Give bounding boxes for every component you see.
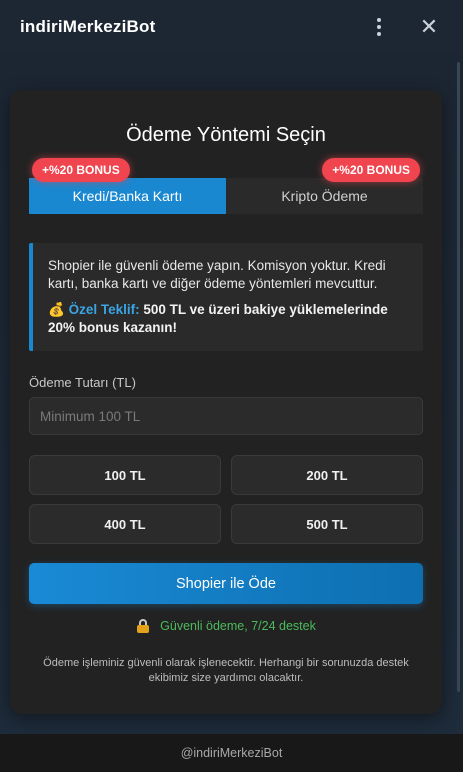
- offer-text-2: bonus kazanın!: [75, 320, 178, 335]
- bot-handle: @indiriMerkeziBot: [180, 746, 283, 760]
- scrollbar[interactable]: [457, 62, 460, 692]
- bonus-badge-crypto: +%20 BONUS: [322, 158, 420, 182]
- bonus-badge-card: +%20 BONUS: [32, 158, 130, 182]
- offer-label: Özel Teklif:: [68, 302, 140, 317]
- payment-method-tabs: Kredi/Banka Kartı Kripto Ödeme: [29, 178, 423, 214]
- special-offer: 💰 Özel Teklif: 500 TL ve üzeri bakiye yü…: [48, 301, 409, 337]
- money-bag-icon: 💰: [48, 302, 65, 317]
- quick-amount-100[interactable]: 100 TL: [29, 455, 221, 495]
- quick-amount-200[interactable]: 200 TL: [231, 455, 423, 495]
- close-icon[interactable]: ✕: [415, 13, 443, 41]
- secure-payment-note: Güvenli ödeme, 7/24 destek: [10, 619, 442, 633]
- secure-text: Güvenli ödeme, 7/24 destek: [160, 619, 316, 633]
- pay-with-shopier-button[interactable]: Shopier ile Öde: [29, 563, 423, 604]
- offer-percent: 20%: [48, 320, 76, 335]
- bottom-bar: @indiriMerkeziBot: [0, 734, 463, 772]
- tab-crypto-payment[interactable]: Kripto Ödeme: [226, 178, 423, 214]
- tab-card-payment[interactable]: Kredi/Banka Kartı: [29, 178, 226, 214]
- more-vertical-icon[interactable]: [365, 13, 393, 41]
- card-title: Ödeme Yöntemi Seçin: [126, 124, 326, 146]
- quick-amount-400[interactable]: 400 TL: [29, 504, 221, 544]
- app-title: indiriMerkeziBot: [20, 17, 156, 36]
- top-bar: indiriMerkeziBot ✕: [0, 0, 463, 54]
- footnote: Ödeme işleminiz güvenli olarak işlenecek…: [43, 657, 409, 684]
- payment-card: Ödeme Yöntemi Seçin Kredi/Banka Kartı Kr…: [10, 90, 442, 714]
- lock-icon: [136, 619, 150, 633]
- info-box: Shopier ile güvenli ödeme yapın. Komisyo…: [29, 243, 423, 351]
- quick-amount-500[interactable]: 500 TL: [231, 504, 423, 544]
- amount-input[interactable]: [29, 397, 423, 435]
- info-text: Shopier ile güvenli ödeme yapın. Komisyo…: [48, 258, 386, 291]
- amount-label: Ödeme Tutarı (TL): [29, 375, 136, 390]
- offer-text-1: 500 TL ve üzeri bakiye yüklemelerinde: [139, 302, 388, 317]
